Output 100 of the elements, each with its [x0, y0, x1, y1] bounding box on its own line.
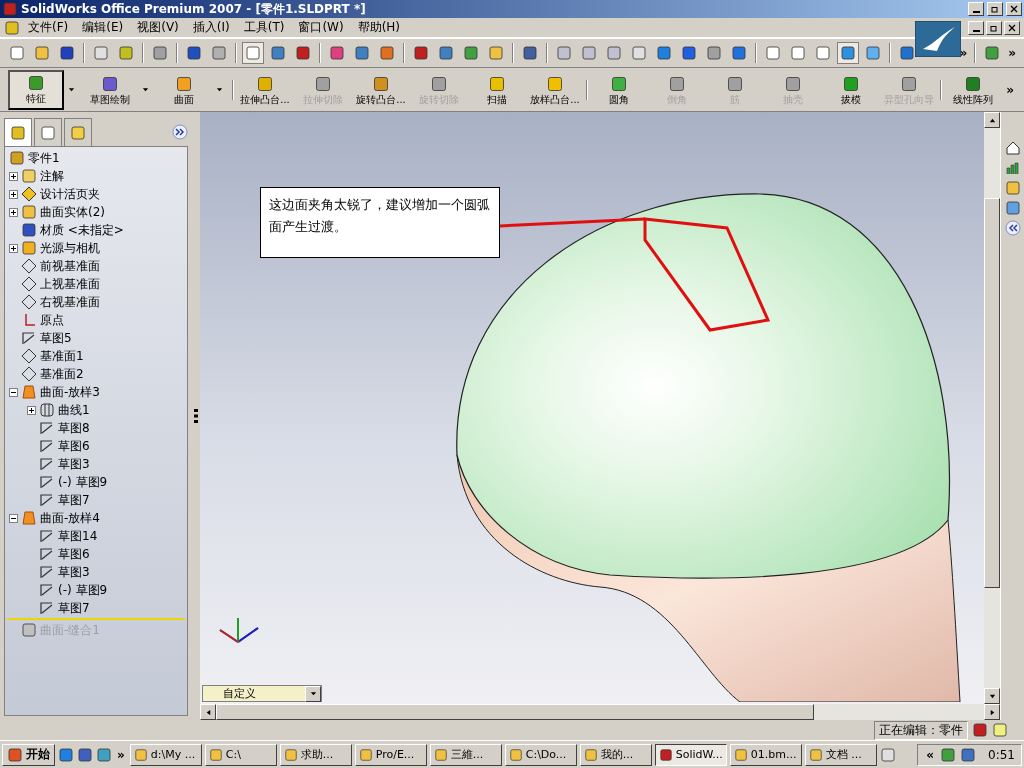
tree-item[interactable]: 右视基准面: [40, 293, 100, 311]
expand-toggle[interactable]: [9, 171, 18, 181]
feature-button[interactable]: 扫描: [468, 69, 526, 110]
feature-button[interactable]: 旋转凸台...: [352, 69, 410, 110]
caret-icon: [309, 690, 317, 697]
status-text: 正在编辑：零件: [874, 720, 968, 740]
loft-icon: [21, 510, 37, 526]
taskbar-button[interactable]: C:\: [204, 743, 277, 766]
tree-item[interactable]: 曲线1: [58, 401, 90, 419]
menu-item[interactable]: 窗口(W): [292, 18, 350, 37]
menu-item[interactable]: 文件(F): [22, 18, 75, 37]
feature-tree-tab[interactable]: [4, 118, 32, 146]
tree-item[interactable]: 草图6: [58, 545, 90, 563]
tree-item[interactable]: 曲面-放样4: [40, 509, 100, 527]
tree-item[interactable]: 曲面实体(2): [40, 203, 105, 221]
tree-item[interactable]: 草图6: [58, 437, 90, 455]
tree-item[interactable]: 前视基准面: [40, 257, 100, 275]
plane-icon: [21, 294, 37, 310]
expand-toggle[interactable]: [9, 207, 18, 217]
tree-item[interactable]: 曲面-放样3: [40, 383, 100, 401]
horizontal-scrollbar[interactable]: [200, 704, 1000, 720]
minimize-icon: [972, 11, 980, 13]
tree-item[interactable]: 原点: [40, 311, 64, 329]
tree-item[interactable]: 基准面2: [40, 365, 84, 383]
tree-item[interactable]: 草图14: [58, 527, 98, 545]
plane-icon: [21, 366, 37, 382]
tree-item[interactable]: 草图5: [40, 329, 72, 347]
toolbar-button[interactable]: [837, 42, 859, 64]
feature-button[interactable]: 拔模: [822, 69, 880, 110]
tree-item[interactable]: 材质 <未指定>: [40, 221, 124, 239]
menu-item[interactable]: 视图(V): [131, 18, 185, 37]
taskbar-button[interactable]: 文档 ...: [804, 743, 877, 766]
collapse-icon: [1004, 220, 1021, 236]
toolbar-overflow[interactable]: »: [957, 46, 970, 60]
start-button[interactable]: 开始: [2, 743, 55, 766]
down-arrow-icon: [988, 692, 996, 700]
taskbar-button[interactable]: C:\Do...: [504, 743, 577, 766]
tree-item[interactable]: 上视基准面: [40, 275, 100, 293]
scroll-right-button[interactable]: [984, 704, 1000, 720]
toolbar-overflow[interactable]: »: [1004, 82, 1016, 97]
minus-icon: [11, 517, 16, 519]
taskbar-button[interactable]: 三維...: [429, 743, 502, 766]
menu-item[interactable]: 插入(I): [186, 18, 236, 37]
close-button[interactable]: [1006, 2, 1022, 16]
menu-item[interactable]: 工具(T): [237, 18, 291, 37]
expand-toggle[interactable]: [9, 513, 18, 523]
tree-item[interactable]: 草图3: [58, 455, 90, 473]
tree-item[interactable]: 零件1: [28, 149, 60, 167]
close-button[interactable]: [1004, 20, 1020, 35]
taskbar-button[interactable]: Pro/E...: [354, 743, 427, 766]
plane-icon: [21, 276, 37, 292]
vertical-scrollbar[interactable]: [984, 112, 1000, 704]
minimize-button[interactable]: [968, 20, 984, 35]
feature-button[interactable]: 草图绘制: [82, 69, 138, 110]
expand-toggle[interactable]: [9, 387, 18, 397]
tree-item[interactable]: 草图7: [58, 491, 90, 509]
feature-button[interactable]: 放样凸台...: [526, 69, 584, 110]
menu-item[interactable]: 帮助(H): [351, 18, 407, 37]
tree-item[interactable]: (-) 草图9: [58, 581, 108, 599]
tree-item[interactable]: (-) 草图9: [58, 473, 108, 491]
sketch-icon: [39, 582, 55, 598]
menu-item[interactable]: 编辑(E): [76, 18, 130, 37]
sketch-icon: [39, 492, 55, 508]
tree-item[interactable]: 注解: [40, 167, 64, 185]
feature-button[interactable]: 拉伸凸台...: [236, 69, 294, 110]
expand-toggle[interactable]: [27, 405, 36, 415]
caret-icon: [141, 86, 149, 93]
expand-toggle[interactable]: [9, 189, 18, 199]
toolbar-overflow[interactable]: »: [1006, 46, 1018, 60]
scroll-down-button[interactable]: [984, 688, 1000, 704]
tree-item[interactable]: 草图7: [58, 599, 90, 617]
config-tab[interactable]: [64, 118, 92, 146]
tree-item[interactable]: 光源与相机: [40, 239, 100, 257]
taskbar-button[interactable]: d:\My ...: [129, 743, 202, 766]
restore-button[interactable]: [987, 2, 1003, 16]
feature-button[interactable]: 曲面: [156, 69, 212, 110]
quick-launch-overflow[interactable]: »: [115, 747, 127, 762]
taskbar-button[interactable]: 我的...: [579, 743, 652, 766]
tree-item[interactable]: 草图8: [58, 419, 90, 437]
tray-toggle[interactable]: «: [924, 747, 937, 762]
restore-button[interactable]: [986, 20, 1002, 35]
feature-button[interactable]: 线性阵列: [944, 69, 1002, 110]
taskbar-button[interactable]: 求助...: [279, 743, 352, 766]
minimize-button[interactable]: [968, 2, 984, 16]
tree-item[interactable]: 草图3: [58, 563, 90, 581]
tree-item[interactable]: 基准面1: [40, 347, 84, 365]
clock: 0:51: [987, 747, 1015, 762]
up-arrow-icon: [988, 116, 996, 124]
close-icon: [1008, 23, 1016, 32]
expand-toggle[interactable]: [9, 243, 18, 253]
scroll-up-button[interactable]: [984, 112, 1000, 128]
property-tab[interactable]: [34, 118, 62, 146]
tree-item[interactable]: 设计活页夹: [40, 185, 100, 203]
feature-button[interactable]: 圆角: [590, 69, 648, 110]
view-combo[interactable]: 自定义: [202, 685, 322, 702]
feature-button[interactable]: 特征: [8, 69, 64, 110]
toolbar-button[interactable]: [242, 42, 264, 64]
taskbar-button[interactable]: 01.bm...: [729, 743, 802, 766]
taskbar-button[interactable]: SolidW...: [654, 743, 727, 766]
scroll-left-button[interactable]: [200, 704, 216, 720]
